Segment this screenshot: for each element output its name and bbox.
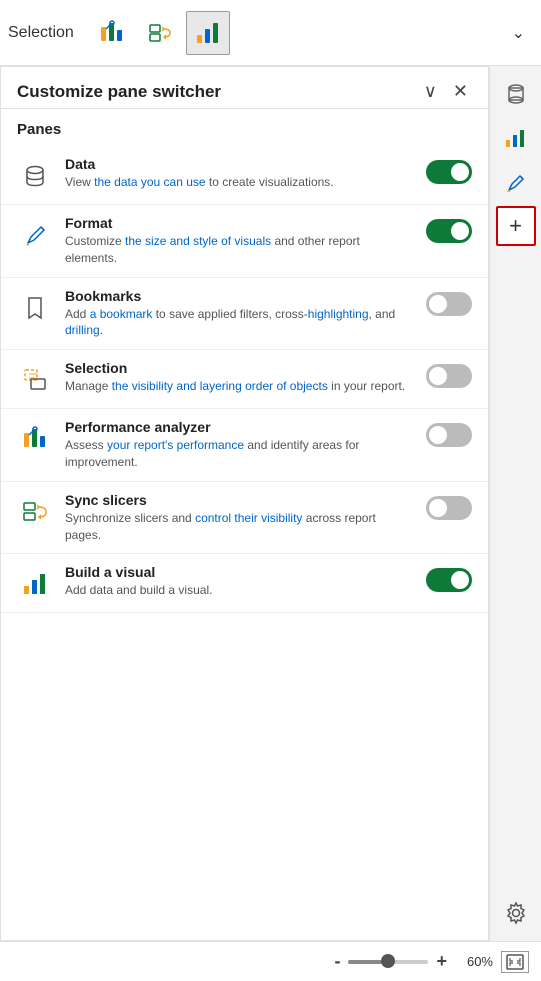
sidebar-gear-btn[interactable]	[496, 893, 536, 933]
build-visual-icon	[194, 19, 222, 47]
pane-content: Sync slicers Synchronize slicers and cont…	[65, 492, 414, 544]
panel-header-actions: ∨ ✕	[420, 79, 472, 104]
pane-toggle[interactable]	[426, 496, 472, 525]
top-bar-chevron[interactable]: ⌄	[504, 19, 533, 47]
pane-description: Add data and build a visual.	[65, 582, 414, 599]
pane-item: Bookmarks Add a bookmark to save applied …	[1, 278, 488, 351]
panel-header: Customize pane switcher ∨ ✕	[1, 67, 488, 109]
pane-description: Manage the visibility and layering order…	[65, 378, 414, 395]
pane-toggle[interactable]	[426, 292, 472, 321]
toggle-switch[interactable]	[426, 496, 472, 520]
format-icon	[17, 217, 53, 253]
toggle-switch[interactable]	[426, 292, 472, 316]
sidebar-cylinder-btn[interactable]	[496, 74, 536, 114]
zoom-percent-label: 60%	[455, 954, 493, 969]
top-bar-icons	[90, 11, 230, 55]
gear-icon	[504, 901, 528, 925]
selection-icon	[17, 362, 53, 398]
zoom-fit-btn[interactable]	[501, 951, 529, 973]
sidebar-add-pane-btn[interactable]: +	[496, 206, 536, 246]
top-bar-title: Selection	[8, 24, 74, 42]
build-visual-icon-btn[interactable]	[186, 11, 230, 55]
zoom-slider-thumb	[381, 954, 395, 968]
pane-name: Selection	[65, 360, 414, 376]
performance-icon-btn[interactable]	[90, 11, 134, 55]
pane-list: Data View the data you can use to create …	[1, 146, 488, 613]
pane-content: Data View the data you can use to create …	[65, 156, 414, 191]
cylinder-icon	[504, 82, 528, 106]
build-icon	[17, 566, 53, 602]
plus-icon: +	[509, 213, 522, 239]
sidebar-chart-btn[interactable]	[496, 118, 536, 158]
db-icon	[17, 158, 53, 194]
pane-name: Data	[65, 156, 414, 172]
fit-page-icon	[506, 954, 524, 970]
bookmark-icon	[17, 290, 53, 326]
pane-content: Bookmarks Add a bookmark to save applied …	[65, 288, 414, 340]
toggle-switch[interactable]	[426, 423, 472, 447]
format-sidebar-icon	[504, 170, 528, 194]
pane-item: Data View the data you can use to create …	[1, 146, 488, 205]
panes-heading: Panes	[1, 109, 488, 146]
sync-slicers-icon	[146, 19, 174, 47]
pane-content: Format Customize the size and style of vi…	[65, 215, 414, 267]
pane-content: Selection Manage the visibility and layer…	[65, 360, 414, 395]
pane-description: View the data you can use to create visu…	[65, 174, 414, 191]
right-sidebar: +	[489, 66, 541, 941]
bottom-bar: - + 60%	[0, 941, 541, 981]
pane-item: Build a visual Add data and build a visua…	[1, 554, 488, 613]
pane-content: Performance analyzer Assess your report's…	[65, 419, 414, 471]
pane-toggle[interactable]	[426, 219, 472, 248]
pane-toggle[interactable]	[426, 364, 472, 393]
zoom-minus-btn[interactable]: -	[334, 951, 340, 972]
pane-toggle[interactable]	[426, 423, 472, 452]
pane-item: Selection Manage the visibility and layer…	[1, 350, 488, 409]
sync-slicers-icon-btn[interactable]	[138, 11, 182, 55]
pane-content: Build a visual Add data and build a visua…	[65, 564, 414, 599]
pane-name: Performance analyzer	[65, 419, 414, 435]
pane-item: Sync slicers Synchronize slicers and cont…	[1, 482, 488, 555]
sidebar-format-btn[interactable]	[496, 162, 536, 202]
pane-name: Sync slicers	[65, 492, 414, 508]
panel-title: Customize pane switcher	[17, 82, 221, 102]
pane-toggle[interactable]	[426, 160, 472, 189]
toggle-switch[interactable]	[426, 160, 472, 184]
toggle-switch[interactable]	[426, 219, 472, 243]
zoom-slider[interactable]	[348, 960, 428, 964]
toggle-switch[interactable]	[426, 364, 472, 388]
panel-collapse-btn[interactable]: ∨	[420, 79, 441, 104]
pane-item: Performance analyzer Assess your report's…	[1, 409, 488, 482]
pane-name: Bookmarks	[65, 288, 414, 304]
zoom-plus-btn[interactable]: +	[436, 951, 447, 972]
top-bar: Selection	[0, 0, 541, 66]
panel-close-btn[interactable]: ✕	[449, 79, 472, 104]
toggle-switch[interactable]	[426, 568, 472, 592]
perf-icon	[17, 421, 53, 457]
pane-description: Assess your report's performance and ide…	[65, 437, 414, 471]
pane-description: Synchronize slicers and control their vi…	[65, 510, 414, 544]
bar-chart-sidebar-icon	[504, 126, 528, 150]
pane-description: Add a bookmark to save applied filters, …	[65, 306, 414, 340]
performance-icon	[98, 19, 126, 47]
pane-item: Format Customize the size and style of vi…	[1, 205, 488, 278]
pane-name: Format	[65, 215, 414, 231]
customize-pane-panel: Customize pane switcher ∨ ✕ Panes Data Vi…	[0, 66, 489, 941]
pane-name: Build a visual	[65, 564, 414, 580]
pane-toggle[interactable]	[426, 568, 472, 597]
pane-description: Customize the size and style of visuals …	[65, 233, 414, 267]
sync-icon	[17, 494, 53, 530]
